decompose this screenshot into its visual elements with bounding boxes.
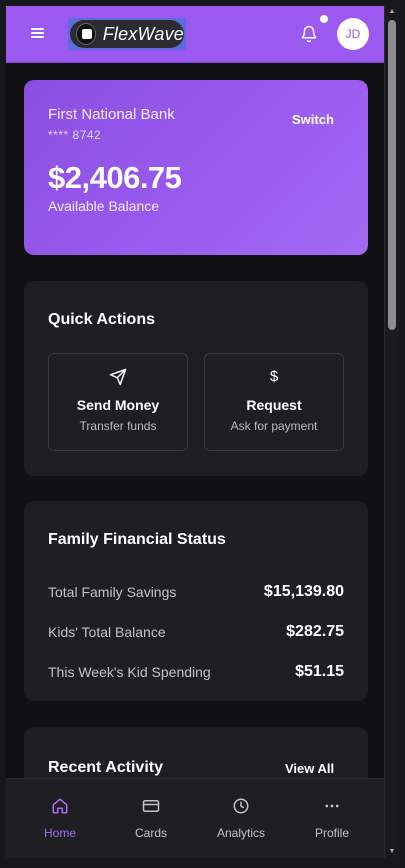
nav-analytics-label: Analytics	[216, 826, 266, 840]
dollar-icon: $	[269, 368, 279, 385]
account-number: **** 8742	[48, 128, 102, 142]
scroll-thumb[interactable]	[388, 20, 396, 330]
send-icon	[109, 368, 127, 386]
balance-caption: Available Balance	[48, 198, 160, 214]
send-money-button[interactable]: Send Money Transfer funds	[48, 353, 188, 451]
app-name: FlexWave	[102, 23, 184, 44]
family-status-title: Family Financial Status	[48, 531, 226, 548]
nav-cards-label: Cards	[134, 826, 167, 840]
app-header: FlexWave JD	[6, 6, 384, 63]
family-savings-value: $15,139.80	[263, 583, 344, 600]
avatar[interactable]: JD	[337, 18, 369, 50]
bottom-nav: Home Cards Analytics Profile	[6, 778, 384, 858]
nav-profile[interactable]: Profile	[285, 779, 379, 858]
balance-amount: $2,406.75	[48, 160, 182, 195]
bank-name: First National Bank	[48, 106, 175, 123]
home-icon	[52, 798, 68, 814]
kid-spending-label: This Week's Kid Spending	[48, 664, 211, 680]
logo-pill: FlexWave	[70, 20, 184, 48]
logo-mark-icon	[76, 23, 96, 45]
family-savings-label: Total Family Savings	[48, 584, 177, 600]
nav-analytics[interactable]: Analytics	[194, 779, 288, 858]
app-frame: FlexWave JD First National Bank **** 874…	[6, 6, 385, 858]
recent-activity-title: Recent Activity	[48, 759, 163, 776]
kids-balance-value: $282.75	[286, 623, 344, 640]
scroll-up-icon[interactable]: ▲	[387, 8, 397, 16]
send-money-label: Send Money	[76, 397, 160, 413]
clock-icon	[233, 798, 249, 814]
request-sub: Ask for payment	[230, 419, 318, 433]
kids-balance-label: Kids' Total Balance	[48, 624, 166, 640]
nav-profile-label: Profile	[314, 826, 349, 840]
balance-card: First National Bank **** 8742 Switch $2,…	[24, 80, 368, 255]
bell-icon[interactable]	[300, 25, 318, 43]
quick-actions-title: Quick Actions	[48, 311, 155, 328]
nav-home[interactable]: Home	[13, 779, 107, 858]
menu-icon[interactable]	[30, 26, 46, 42]
card-icon	[142, 800, 160, 812]
family-status-card: Family Financial Status Total Family Sav…	[24, 501, 368, 701]
nav-home-label: Home	[43, 826, 76, 840]
request-label: Request	[246, 397, 302, 413]
quick-actions-card: Quick Actions Send Money Transfer funds …	[24, 281, 368, 476]
notification-dot	[320, 15, 328, 23]
logo: FlexWave	[68, 18, 186, 50]
view-all-link[interactable]: View All	[285, 761, 334, 776]
kid-spending-value: $51.15	[295, 663, 344, 680]
scrollbar[interactable]: ▲ ▼	[385, 6, 399, 858]
switch-account-button[interactable]: Switch	[292, 112, 334, 127]
nav-cards[interactable]: Cards	[104, 779, 198, 858]
more-icon	[325, 804, 339, 808]
request-button[interactable]: $ Request Ask for payment	[204, 353, 344, 451]
send-money-sub: Transfer funds	[79, 419, 157, 433]
scroll-down-icon[interactable]: ▼	[387, 848, 397, 856]
